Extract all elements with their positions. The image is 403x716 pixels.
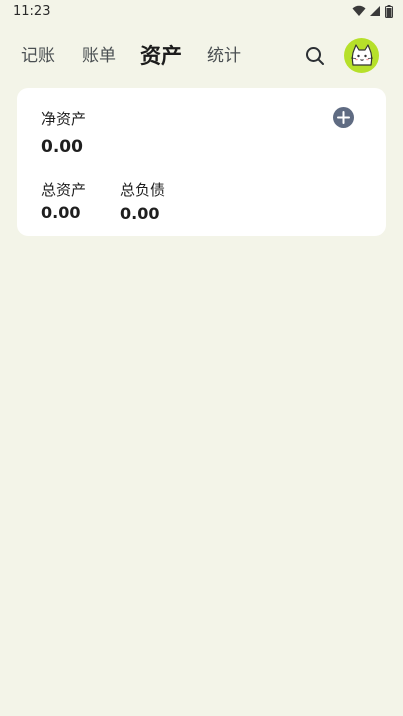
avatar[interactable] bbox=[344, 38, 379, 73]
net-assets-label: 净资产 bbox=[41, 110, 87, 128]
search-button[interactable] bbox=[302, 43, 328, 69]
status-time: 11:23 bbox=[13, 4, 51, 19]
add-account-button[interactable] bbox=[333, 107, 354, 128]
total-liabilities-value: 0.00 bbox=[120, 204, 160, 223]
plus-circle-icon bbox=[337, 111, 350, 124]
total-assets-label: 总资产 bbox=[41, 181, 87, 199]
tab-bookkeeping[interactable]: 记账 bbox=[21, 36, 55, 76]
signal-icon bbox=[370, 6, 380, 16]
tab-assets[interactable]: 资产 bbox=[140, 36, 182, 76]
status-bar: 11:23 bbox=[0, 0, 403, 24]
battery-icon bbox=[385, 4, 393, 18]
net-assets-value: 0.00 bbox=[41, 137, 83, 157]
cat-avatar-icon bbox=[350, 43, 373, 66]
tab-bills[interactable]: 账单 bbox=[82, 36, 116, 76]
top-nav: 记账 账单 资产 统计 bbox=[0, 36, 403, 76]
status-icons bbox=[352, 4, 393, 18]
asset-summary-card: 净资产 0.00 总资产 0.00 总负债 0.00 bbox=[17, 88, 386, 236]
wifi-icon bbox=[352, 5, 366, 16]
tab-stats[interactable]: 统计 bbox=[207, 36, 241, 76]
total-liabilities-label: 总负债 bbox=[120, 181, 166, 199]
total-assets-value: 0.00 bbox=[41, 203, 81, 222]
search-icon bbox=[306, 47, 324, 65]
